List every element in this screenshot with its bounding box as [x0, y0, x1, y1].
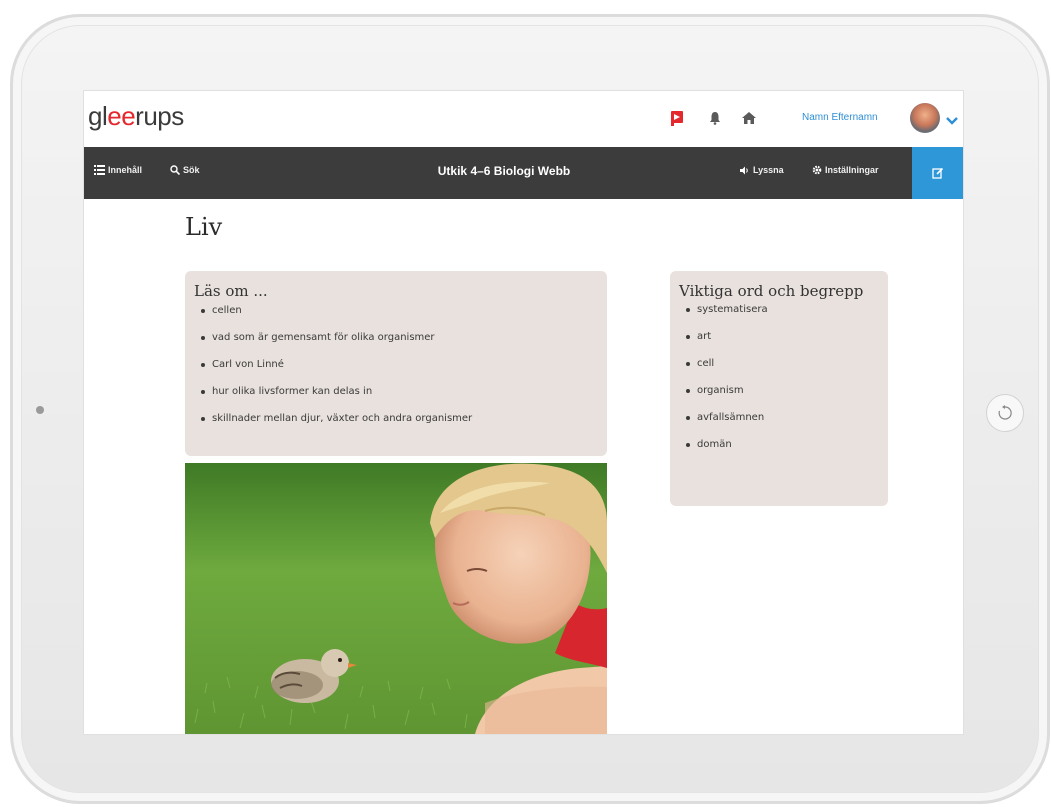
camera-dot — [36, 406, 44, 414]
nav-bar: Innehåll Sök Utkik 4–6 Biologi Webb Lyss… — [84, 147, 963, 199]
app-screen: gleerups Namn Efternamn Innehåll Sök Utk… — [84, 91, 963, 734]
list-item: cellen — [201, 304, 598, 318]
search-button[interactable]: Sök — [170, 165, 200, 175]
book-title: Utkik 4–6 Biologi Webb — [437, 164, 571, 178]
list-item: hur olika livsformer kan delas in — [201, 385, 598, 399]
logo-text-accent: ee — [107, 101, 136, 131]
page-title: Liv — [185, 213, 223, 241]
contents-label: Innehåll — [108, 165, 143, 175]
list-item: skillnader mellan djur, växter och andra… — [201, 412, 598, 426]
search-label: Sök — [183, 165, 200, 175]
flag-icon[interactable] — [668, 109, 686, 127]
listen-button[interactable]: Lyssna — [740, 165, 784, 175]
list-item: domän — [686, 438, 879, 452]
top-header: gleerups Namn Efternamn — [84, 91, 963, 147]
settings-button[interactable]: Inställningar — [812, 165, 879, 175]
boy-and-chick-image — [185, 463, 607, 734]
edit-icon — [931, 167, 943, 179]
contents-button[interactable]: Innehåll — [94, 165, 142, 175]
read-about-list: cellen vad som är gemensamt för olika or… — [194, 304, 598, 426]
read-about-heading: Läs om ... — [194, 282, 268, 300]
avatar[interactable] — [910, 103, 940, 133]
logo-text-start: gl — [88, 101, 108, 131]
list-item: avfallsämnen — [686, 411, 879, 425]
key-terms-heading: Viktiga ord och begrepp — [679, 282, 864, 300]
rotate-icon — [998, 405, 1012, 420]
list-icon — [94, 165, 105, 175]
user-name-link[interactable]: Namn Efternamn — [802, 112, 878, 123]
home-button[interactable] — [986, 394, 1024, 432]
bell-icon[interactable] — [706, 109, 724, 127]
key-terms-list: systematisera art cell organism avfallsä… — [679, 303, 879, 452]
list-item: systematisera — [686, 303, 879, 317]
chevron-down-icon[interactable] — [946, 111, 958, 130]
gear-icon — [812, 165, 822, 175]
home-icon[interactable] — [740, 109, 758, 127]
list-item: organism — [686, 384, 879, 398]
search-icon — [170, 165, 180, 175]
read-about-box: Läs om ... cellen vad som är gemensamt f… — [185, 271, 607, 456]
logo-text-end: rups — [135, 101, 184, 131]
settings-label: Inställningar — [825, 165, 879, 175]
list-item: vad som är gemensamt för olika organisme… — [201, 331, 598, 345]
gleerups-logo[interactable]: gleerups — [88, 101, 184, 132]
chapter-photo — [185, 463, 607, 734]
key-terms-box: Viktiga ord och begrepp systematisera ar… — [670, 271, 888, 506]
list-item: cell — [686, 357, 879, 371]
edit-button[interactable] — [912, 147, 963, 199]
list-item: Carl von Linné — [201, 358, 598, 372]
list-item: art — [686, 330, 879, 344]
speaker-icon — [740, 166, 748, 174]
listen-label: Lyssna — [753, 165, 784, 175]
